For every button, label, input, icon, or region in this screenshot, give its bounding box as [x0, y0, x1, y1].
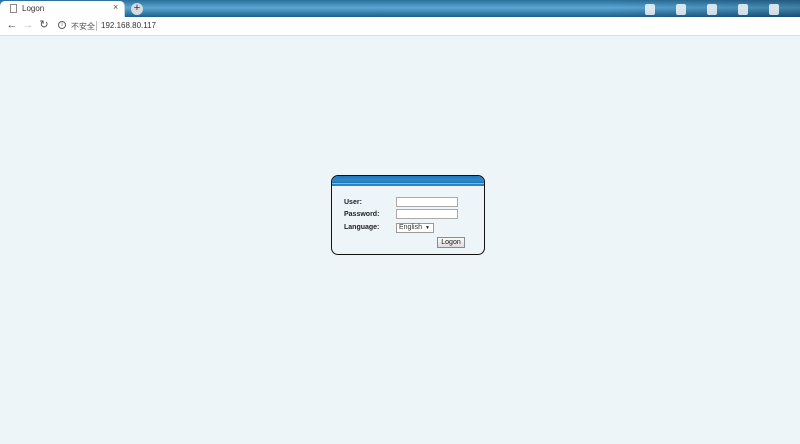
new-tab-button[interactable]: + — [131, 3, 143, 15]
address-divider — [96, 21, 97, 31]
language-label: Language: — [344, 224, 380, 231]
chevron-down-icon: ▼ — [425, 225, 430, 231]
forward-arrow-icon[interactable]: → — [21, 18, 35, 32]
tab-title: Logon — [22, 4, 45, 13]
desktop-file-icon — [707, 4, 717, 15]
browser-tab-strip: Logon × + — [0, 0, 800, 17]
security-status[interactable]: 不安全 — [71, 21, 95, 32]
reload-icon[interactable]: ↻ — [37, 18, 51, 32]
login-panel: User: Password: Language: English ▼ Logo… — [331, 175, 485, 255]
user-input[interactable] — [396, 197, 458, 207]
page-icon — [10, 4, 17, 13]
logon-button[interactable]: Logon — [437, 237, 465, 248]
desktop-file-icon — [738, 4, 748, 15]
desktop-file-icon — [769, 4, 779, 15]
desktop-file-icon — [676, 4, 686, 15]
address-bar[interactable]: 192.168.80.117 — [101, 21, 156, 30]
login-header-bar — [332, 176, 484, 184]
browser-toolbar: ← → ↻ i 不安全 192.168.80.117 — [0, 17, 800, 36]
password-input[interactable] — [396, 209, 458, 219]
info-icon[interactable]: i — [58, 21, 66, 29]
login-header-stripe — [332, 184, 484, 186]
browser-tab[interactable]: Logon × — [0, 1, 125, 17]
desktop-file-icon — [645, 4, 655, 15]
back-arrow-icon[interactable]: ← — [5, 18, 19, 32]
password-label: Password: — [344, 211, 380, 218]
language-select[interactable]: English ▼ — [396, 223, 434, 233]
language-selected-value: English — [399, 224, 422, 231]
login-page: User: Password: Language: English ▼ Logo… — [0, 36, 800, 444]
close-icon[interactable]: × — [113, 2, 118, 12]
desktop-background-strip — [610, 0, 800, 17]
user-label: User: — [344, 199, 362, 206]
